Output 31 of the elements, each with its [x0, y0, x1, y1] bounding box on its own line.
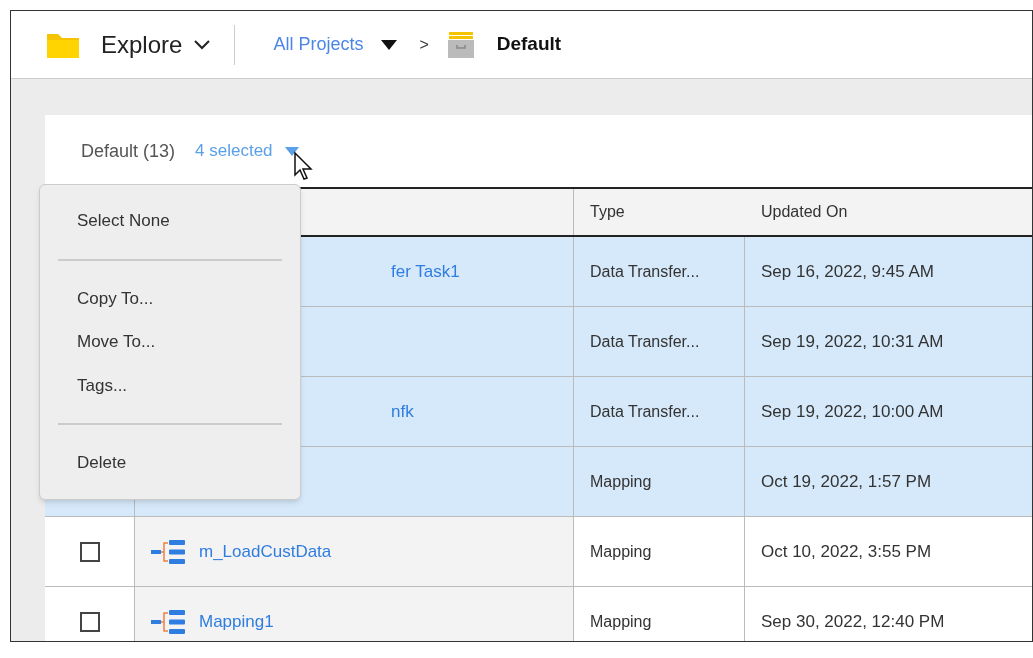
- table-cell-text: Data Transfer...: [590, 401, 700, 422]
- mouse-pointer-icon: [293, 151, 315, 181]
- table-cell-text: Data Transfer...: [590, 261, 700, 282]
- list-title: Default (13): [81, 139, 176, 163]
- checkbox[interactable]: [79, 541, 100, 562]
- mapping-icon: [151, 538, 187, 565]
- column-header[interactable]: Type: [574, 189, 745, 235]
- table-cell-text: Data Transfer...: [590, 331, 700, 352]
- table-row[interactable]: m_LoadCustData Mapping Oct 10, 2022, 3:55 PM: [45, 517, 1032, 587]
- table-cell-text: Sep 16, 2022, 9:45 AM: [761, 260, 934, 283]
- table-cell-text: Sep 30, 2022, 12:40 PM: [761, 610, 945, 633]
- table-cell-text: Sep 19, 2022, 10:00 AM: [761, 400, 944, 423]
- checkbox[interactable]: [79, 611, 100, 632]
- asset-link[interactable]: m_LoadCustData: [199, 538, 332, 565]
- table-cell-text: Oct 19, 2022, 1:57 PM: [761, 470, 932, 493]
- table-cell-text: Oct 10, 2022, 3:55 PM: [761, 540, 932, 563]
- breadcrumb-separator: >: [419, 34, 429, 55]
- chevron-down-icon: [194, 39, 211, 50]
- table-cell-text: Mapping: [590, 611, 652, 632]
- caret-icon: [284, 146, 299, 156]
- archive-box-icon: [446, 30, 475, 59]
- explore-menu[interactable]: Explore: [101, 26, 211, 63]
- breadcrumb-link[interactable]: All Projects: [273, 31, 364, 58]
- mapping-icon: [151, 608, 187, 635]
- asset-link[interactable]: Mapping1: [199, 608, 274, 635]
- table-cell-text: Mapping: [590, 541, 652, 562]
- table-cell-text: Mapping: [590, 471, 652, 492]
- table-cell-text: Sep 19, 2022, 10:31 AM: [761, 330, 944, 353]
- caret-icon[interactable]: [381, 39, 398, 50]
- column-header[interactable]: Updated On: [745, 189, 1032, 235]
- breadcrumb-current: Default: [496, 32, 562, 57]
